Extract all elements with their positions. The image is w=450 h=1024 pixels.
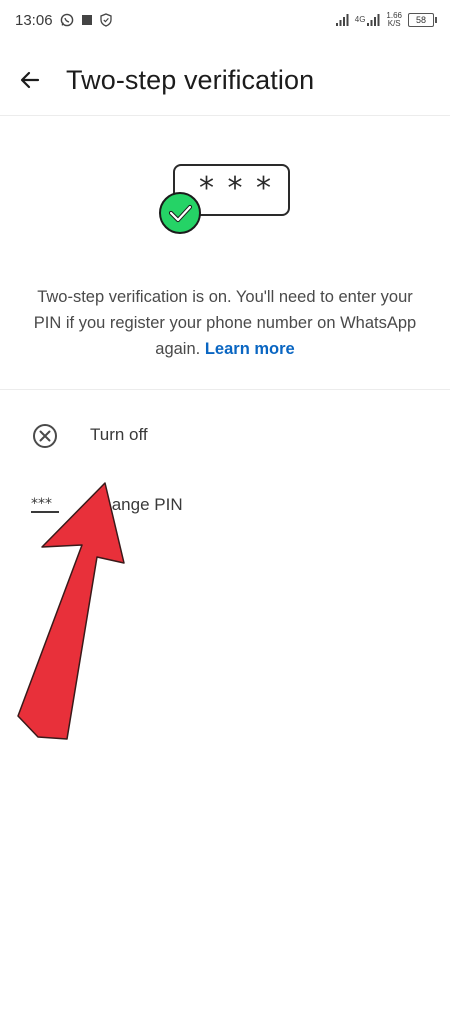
change-pin-label: Change PIN bbox=[90, 495, 183, 514]
turn-off-label: Turn off bbox=[90, 425, 148, 444]
app-bar: Two-step verification bbox=[0, 44, 450, 116]
arrow-left-icon bbox=[20, 71, 40, 89]
back-button[interactable] bbox=[12, 62, 48, 98]
network-4g-indicator: 4G bbox=[355, 13, 381, 27]
app-bar-divider bbox=[0, 115, 450, 116]
pin-illustration: * * * bbox=[158, 162, 294, 238]
section-divider bbox=[0, 389, 450, 390]
net-speed-unit: K/S bbox=[387, 19, 401, 28]
change-pin-option[interactable]: *** Change PIN bbox=[0, 473, 450, 537]
pin-dots-icon: *** bbox=[30, 493, 60, 519]
network-speed: 1.66 K/S bbox=[386, 12, 402, 28]
battery-icon: 58 bbox=[408, 13, 437, 27]
cancel-circle-icon bbox=[30, 423, 60, 449]
learn-more-link[interactable]: Learn more bbox=[205, 340, 295, 358]
whatsapp-icon bbox=[60, 13, 74, 27]
status-system-icons: 4G 1.66 K/S 58 bbox=[335, 12, 437, 28]
status-bar: 13:06 4G 1.66 K/S 58 bbox=[0, 0, 450, 44]
description-text: Two-step verification is on. You'll need… bbox=[30, 284, 420, 362]
status-notification-icons bbox=[60, 13, 112, 27]
svg-text:***: *** bbox=[31, 496, 52, 512]
page-title: Two-step verification bbox=[66, 65, 315, 95]
turn-off-option[interactable]: Turn off bbox=[0, 403, 450, 467]
stop-square-icon bbox=[82, 15, 92, 25]
pin-mask-text: * * * bbox=[198, 171, 274, 206]
shield-icon bbox=[100, 13, 112, 27]
signal-strength-icon bbox=[335, 14, 349, 26]
signal-strength-4g-icon bbox=[367, 14, 380, 26]
network-label: 4G bbox=[354, 15, 366, 24]
status-time: 13:06 bbox=[15, 12, 53, 29]
